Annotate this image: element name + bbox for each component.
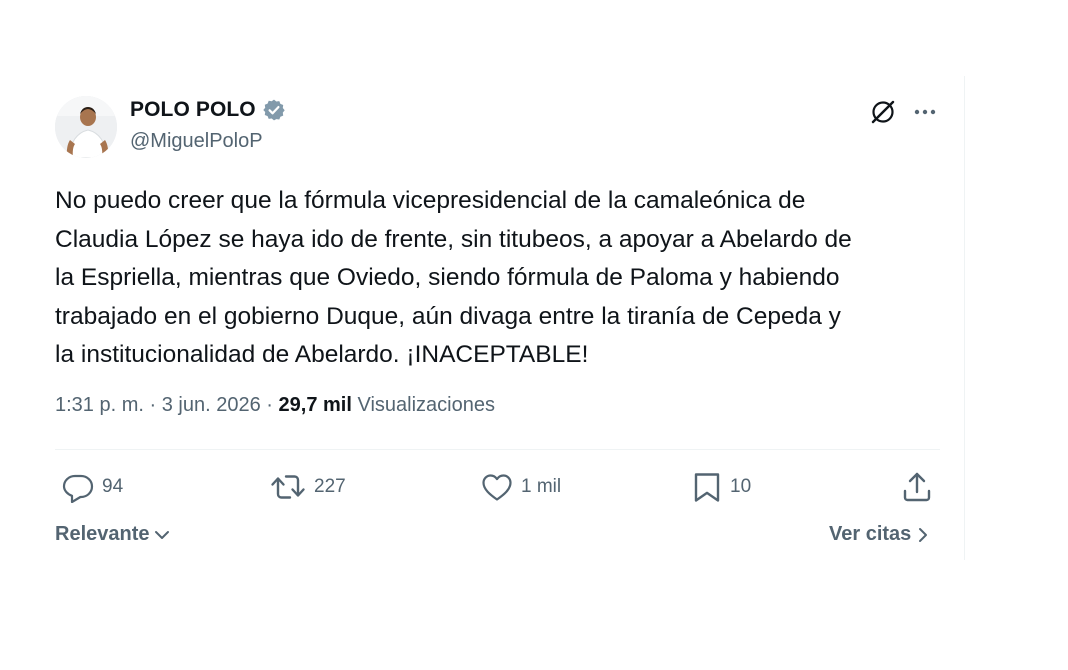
sort-label: Relevante [55, 523, 150, 545]
views-count: 29,7 mil [278, 394, 352, 416]
repost-button[interactable]: 227 [270, 470, 346, 504]
repost-icon [270, 471, 306, 503]
author-display-name[interactable]: POLO POLO [130, 98, 256, 122]
tweet-meta: 1:31 p. m. · 3 jun. 2026 · 29,7 mil Visu… [55, 394, 495, 417]
verified-badge-icon[interactable] [262, 98, 286, 122]
views-label: Visualizaciones [357, 394, 495, 416]
bookmark-icon [692, 471, 722, 503]
column-border [964, 76, 965, 560]
replies-sort-dropdown[interactable]: Relevante [55, 523, 171, 546]
avatar[interactable] [55, 96, 117, 158]
tweet-time[interactable]: 1:31 p. m. [55, 394, 144, 416]
bookmark-button[interactable]: 10 [692, 470, 751, 504]
chevron-down-icon [153, 526, 171, 544]
grok-icon[interactable] [870, 99, 896, 125]
quotes-label: Ver citas [829, 523, 912, 545]
share-icon [901, 471, 933, 503]
reply-button[interactable]: 94 [62, 470, 123, 504]
meta-separator: · [266, 394, 273, 416]
chevron-right-icon [915, 526, 931, 544]
tweet-date[interactable]: 3 jun. 2026 [162, 394, 261, 416]
tweet-text: No puedo creer que la fórmula vicepresid… [55, 187, 852, 368]
bookmark-count: 10 [730, 476, 752, 497]
divider [55, 449, 940, 450]
repost-count: 227 [314, 476, 346, 497]
reply-icon [62, 471, 94, 503]
like-count: 1 mil [521, 476, 562, 497]
meta-separator: · [149, 394, 157, 416]
view-quotes-link[interactable]: Ver citas [829, 523, 931, 546]
author-row: POLO POLO [130, 98, 286, 122]
share-button[interactable] [901, 470, 933, 504]
like-button[interactable]: 1 mil [481, 470, 561, 504]
avatar-image [55, 96, 117, 158]
more-icon[interactable] [912, 99, 938, 125]
like-icon [481, 471, 513, 503]
reply-count: 94 [102, 476, 124, 497]
author-handle[interactable]: @MiguelPoloP [130, 130, 263, 153]
